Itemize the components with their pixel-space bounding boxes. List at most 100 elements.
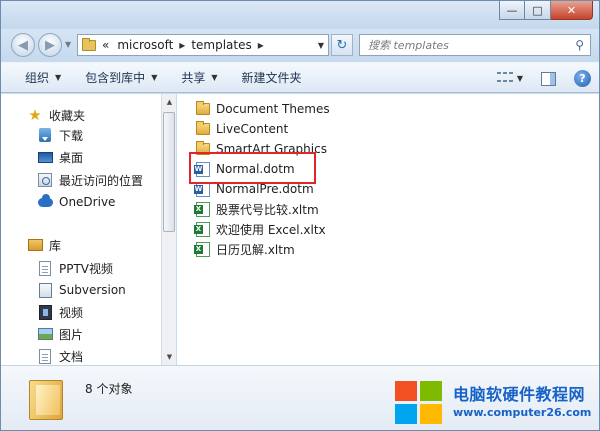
forward-button[interactable]: ▶ (38, 33, 62, 57)
change-view-icon[interactable] (496, 71, 513, 86)
breadcrumb-microsoft[interactable]: microsoft (117, 38, 173, 52)
excel-template-icon (194, 221, 210, 237)
breadcrumb-chevron-icon[interactable]: ▸ (179, 38, 185, 52)
nav-favorites[interactable]: ★ 收藏夹 (27, 105, 86, 125)
search-input[interactable] (368, 38, 558, 52)
folder-icon (196, 121, 210, 135)
scrollbar-thumb[interactable] (163, 112, 175, 232)
nav-favorites-label: 收藏夹 (49, 108, 86, 123)
nav-item-label: Subversion (59, 283, 126, 297)
refresh-icon: ↻ (336, 37, 348, 53)
file-item-livecontent[interactable]: LiveContent (195, 119, 288, 139)
nav-item-documents[interactable]: 文档 (37, 346, 83, 365)
refresh-button[interactable]: ↻ (331, 34, 353, 56)
nav-item-desktop[interactable]: 桌面 (37, 147, 83, 167)
download-icon (39, 128, 51, 142)
explorer-window: — □ ✕ ◀ ▶ ▼ « microsoft ▸ templates ▸ ▼ … (0, 0, 600, 431)
search-box[interactable]: ⚲ (359, 34, 591, 56)
nav-item-label: 视频 (59, 305, 84, 320)
nav-item-subversion[interactable]: Subversion (37, 280, 126, 300)
file-name: Document Themes (216, 102, 330, 116)
word-template-icon (194, 161, 210, 177)
picture-icon (37, 328, 53, 340)
folder-icon (29, 380, 63, 420)
excel-template-icon (194, 241, 210, 257)
help-icon[interactable]: ? (574, 70, 591, 87)
command-bar-right: ▼ ? (496, 63, 599, 94)
minimize-button[interactable]: — (499, 1, 525, 20)
view-options-dropdown[interactable]: ▼ (517, 74, 523, 83)
chevron-down-icon: ▼ (55, 73, 62, 82)
nav-item-onedrive[interactable]: OneDrive (37, 192, 115, 212)
navigation-scrollbar[interactable]: ▲ ▼ (161, 94, 176, 365)
share-label: 共享 (181, 71, 206, 85)
include-in-library-label: 包含到库中 (85, 71, 146, 85)
organize-label: 组织 (25, 71, 50, 85)
address-dropdown-icon[interactable]: ▼ (318, 41, 324, 50)
breadcrumb-templates[interactable]: templates (191, 38, 251, 52)
folder-icon (196, 101, 210, 115)
caption-buttons: — □ ✕ (499, 1, 593, 21)
file-list: Document Themes LiveContent SmartArt Gra… (177, 94, 599, 365)
star-icon: ★ (28, 106, 42, 124)
recent-places-icon (38, 173, 52, 187)
scroll-up-icon[interactable]: ▲ (162, 94, 177, 110)
chevron-down-icon: ▼ (151, 73, 158, 82)
item-count: 8 个对象 (85, 382, 133, 396)
command-bar: 组织 ▼ 包含到库中 ▼ 共享 ▼ 新建文件夹 ▼ ? (1, 62, 599, 93)
back-button[interactable]: ◀ (11, 33, 35, 57)
nav-item-recent-places[interactable]: 最近访问的位置 (37, 170, 143, 190)
arrow-right-icon: ▶ (45, 37, 55, 53)
nav-item-label: 桌面 (59, 150, 84, 165)
file-item-stock-compare-xltm[interactable]: 股票代号比较.xltm (194, 199, 319, 219)
scroll-down-icon[interactable]: ▼ (162, 349, 177, 365)
preview-pane-icon[interactable] (541, 71, 556, 86)
chevron-down-icon: ▼ (211, 73, 218, 82)
file-item-document-themes[interactable]: Document Themes (195, 99, 330, 119)
file-name: 股票代号比较.xltm (216, 202, 319, 217)
file-name: Normal.dotm (216, 162, 295, 176)
new-folder-button[interactable]: 新建文件夹 (230, 65, 314, 91)
file-name: LiveContent (216, 122, 289, 136)
nav-item-videos[interactable]: 视频 (37, 302, 83, 322)
address-bar[interactable]: « microsoft ▸ templates ▸ ▼ (77, 34, 329, 56)
breadcrumb-chevron-icon[interactable]: ▸ (258, 38, 264, 52)
subversion-icon (38, 282, 52, 298)
file-item-calendar-insights-xltm[interactable]: 日历见解.xltm (194, 239, 295, 259)
nav-item-pptv-video[interactable]: PPTV视频 (37, 258, 113, 278)
close-button[interactable]: ✕ (551, 1, 593, 20)
library-icon (27, 239, 43, 251)
watermark-url: www.computer26.com (453, 406, 592, 419)
include-in-library-menu[interactable]: 包含到库中 ▼ (73, 65, 169, 91)
excel-template-icon (194, 201, 210, 217)
share-menu[interactable]: 共享 ▼ (169, 65, 229, 91)
nav-item-label: PPTV视频 (59, 261, 114, 276)
nav-libraries[interactable]: 库 (27, 235, 61, 255)
new-folder-label: 新建文件夹 (241, 71, 302, 85)
maximize-button[interactable]: □ (525, 1, 551, 20)
file-item-smartart-graphics[interactable]: SmartArt Graphics (195, 139, 327, 159)
file-item-normalpre-dotm[interactable]: NormalPre.dotm (194, 179, 314, 199)
watermark: 电脑软硬件教程网 www.computer26.com (395, 375, 599, 430)
onedrive-icon (37, 193, 53, 207)
nav-item-label: 下载 (59, 128, 84, 143)
nav-item-downloads[interactable]: 下载 (37, 125, 83, 145)
file-name: NormalPre.dotm (216, 182, 314, 196)
file-item-normal-dotm[interactable]: Normal.dotm (194, 159, 295, 179)
nav-item-label: OneDrive (59, 195, 116, 209)
search-icon[interactable]: ⚲ (575, 38, 584, 52)
breadcrumb-overflow[interactable]: « (102, 38, 109, 52)
folder-icon (82, 37, 96, 51)
nav-item-pictures[interactable]: 图片 (37, 324, 83, 344)
organize-menu[interactable]: 组织 ▼ (1, 65, 73, 91)
windows-logo-icon (395, 381, 445, 427)
address-row: ◀ ▶ ▼ « microsoft ▸ templates ▸ ▼ ↻ ⚲ (1, 29, 599, 61)
navigation-pane: ★ 收藏夹 下载 桌面 最近访问的位置 OneDrive 库 PPTV视频 Su… (1, 94, 176, 365)
word-template-icon (194, 181, 210, 197)
file-item-welcome-excel-xltx[interactable]: 欢迎使用 Excel.xltx (194, 219, 326, 239)
recent-pages-dropdown[interactable]: ▼ (65, 40, 71, 49)
desktop-icon (37, 151, 53, 163)
nav-item-label: 文档 (59, 349, 84, 364)
file-name: SmartArt Graphics (216, 142, 327, 156)
file-name: 日历见解.xltm (216, 242, 295, 257)
